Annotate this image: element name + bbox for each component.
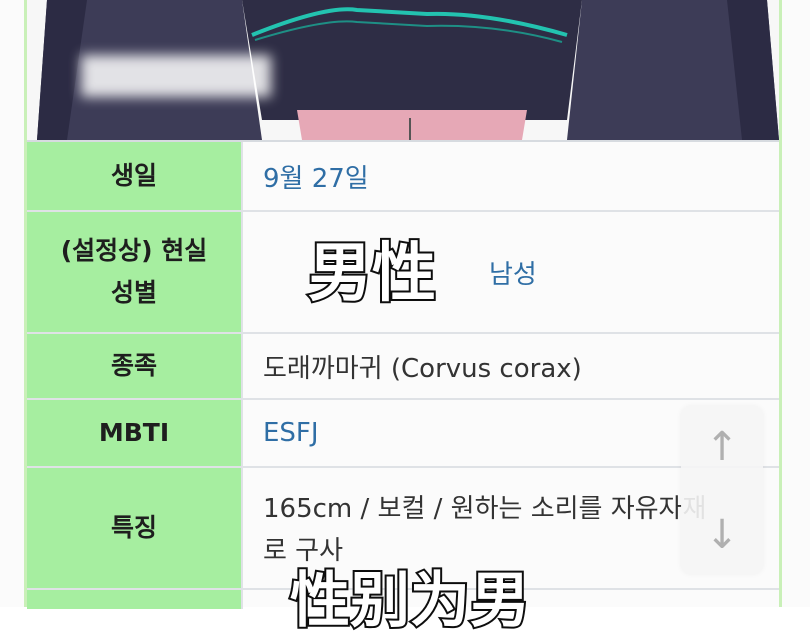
profile-table: 생일 9월 27일 (설정상) 현실 성별 남성 종족 도래까마귀 (Corvu… [27, 140, 779, 609]
arrow-up-icon[interactable]: ↑ [701, 426, 743, 468]
screen: 생일 9월 27일 (설정상) 현실 성별 남성 종족 도래까마귀 (Corvu… [0, 0, 810, 638]
arrow-down-icon[interactable]: ↓ [701, 514, 743, 556]
character-illustration [27, 0, 779, 140]
label-next [27, 590, 241, 609]
value-birthday-link[interactable]: 9월 27일 [241, 142, 779, 210]
label-species: 종족 [27, 334, 241, 398]
caption-bottom-overlay: 性别为男 [288, 564, 532, 638]
label-gender: (설정상) 현실 성별 [27, 212, 241, 332]
scroll-controls: ↑ ↓ [681, 406, 763, 574]
table-row-mbti: MBTI ESFJ [27, 400, 779, 468]
label-traits: 특징 [27, 468, 241, 588]
label-mbti: MBTI [27, 400, 241, 466]
caption-gender-overlay: 男性 [306, 235, 438, 313]
table-row-species: 종족 도래까마귀 (Corvus corax) [27, 334, 779, 400]
value-species: 도래까마귀 (Corvus corax) [263, 353, 582, 384]
table-row-birthday: 생일 9월 27일 [27, 142, 779, 212]
label-birthday: 생일 [27, 142, 241, 210]
right-border [779, 0, 782, 607]
blurred-watermark [81, 55, 271, 97]
